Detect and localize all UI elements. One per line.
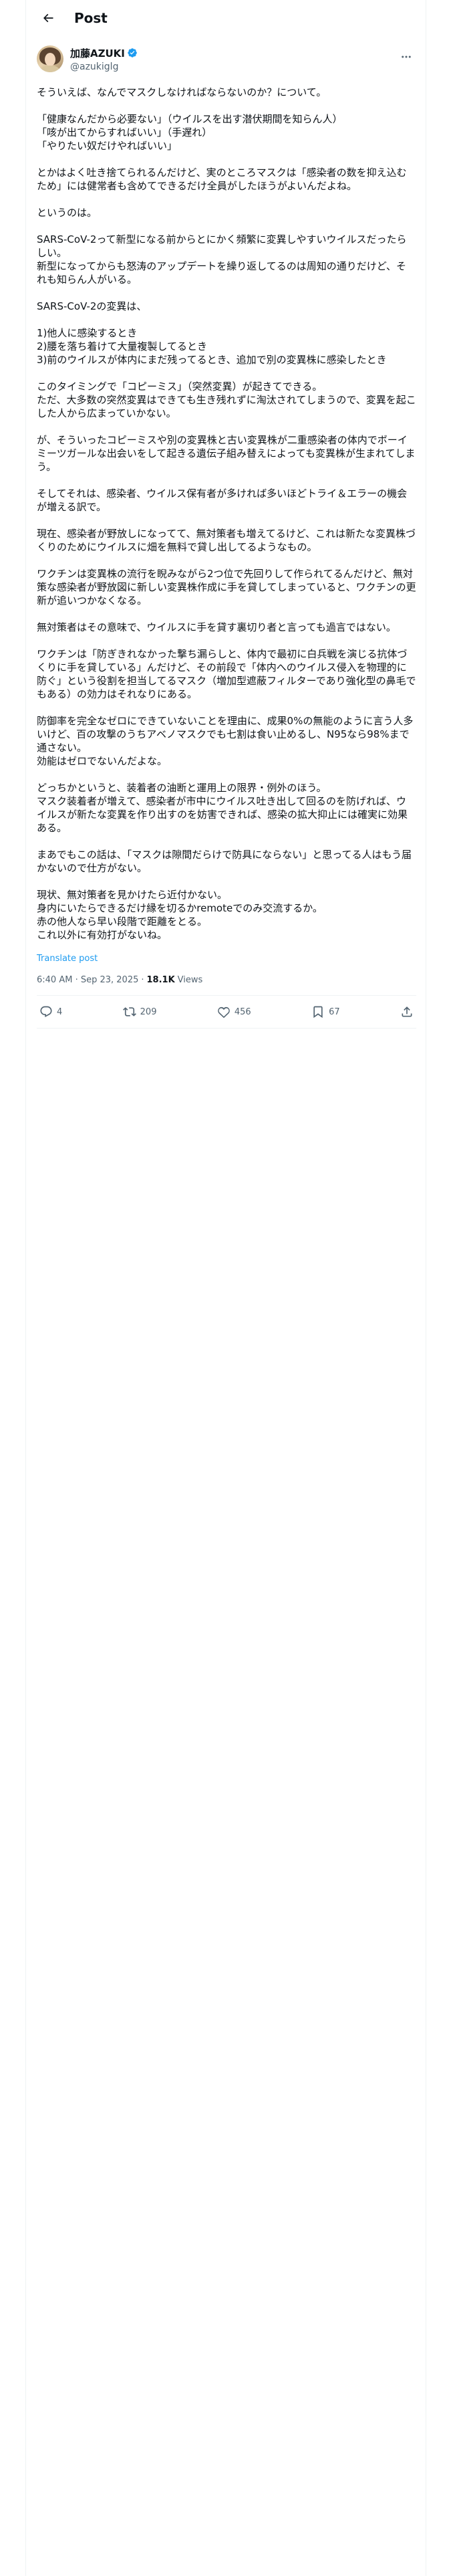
like-button[interactable]: 456	[217, 1005, 251, 1018]
translate-link[interactable]: Translate post	[37, 954, 416, 964]
views-count: 18.1K	[146, 975, 175, 985]
meta-separator: ·	[141, 975, 144, 985]
reply-icon	[40, 1006, 52, 1018]
post-meta: 6:40 AM · Sep 23, 2025 · 18.1K Views	[37, 975, 416, 986]
author-name[interactable]: 加藤AZUKI	[70, 46, 125, 60]
bookmark-icon	[313, 1006, 323, 1018]
repost-icon	[122, 1007, 136, 1016]
views-label: Views	[177, 975, 203, 985]
repost-count: 209	[140, 1006, 157, 1017]
back-arrow-icon	[43, 13, 53, 22]
bookmark-button[interactable]: 67	[311, 1005, 340, 1018]
share-icon	[402, 1006, 412, 1017]
page-title: Post	[74, 9, 108, 26]
verified-badge-icon	[128, 48, 137, 58]
post-content: そういえば、なんでマスクしなければならないのか？について。 「健康なんだから必要…	[37, 86, 416, 1029]
post-author: 加藤AZUKI @azukiglg	[37, 43, 416, 75]
post-time[interactable]: 6:40 AM · Sep 23, 2025	[37, 975, 138, 986]
post-column: Post 加藤AZUKI @azukiglg そういえば、なんでマスクしなければ…	[25, 0, 426, 2576]
top-bar: Post	[26, 0, 427, 35]
like-count: 456	[234, 1006, 251, 1017]
more-button[interactable]	[396, 47, 416, 67]
more-icon	[402, 56, 411, 58]
repost-button[interactable]: 209	[122, 1005, 157, 1018]
author-handle[interactable]: @azukiglg	[70, 62, 138, 72]
post-text: そういえば、なんでマスクしなければならないのか？について。 「健康なんだから必要…	[37, 86, 416, 941]
like-icon	[218, 1006, 230, 1018]
avatar[interactable]	[37, 45, 63, 72]
reply-button[interactable]: 4	[39, 1005, 62, 1018]
back-button[interactable]	[37, 7, 59, 29]
reply-count: 4	[57, 1006, 63, 1017]
share-button[interactable]	[400, 1005, 414, 1018]
bookmark-count: 67	[329, 1006, 340, 1017]
action-bar: 4 209 456 67	[37, 995, 416, 1029]
